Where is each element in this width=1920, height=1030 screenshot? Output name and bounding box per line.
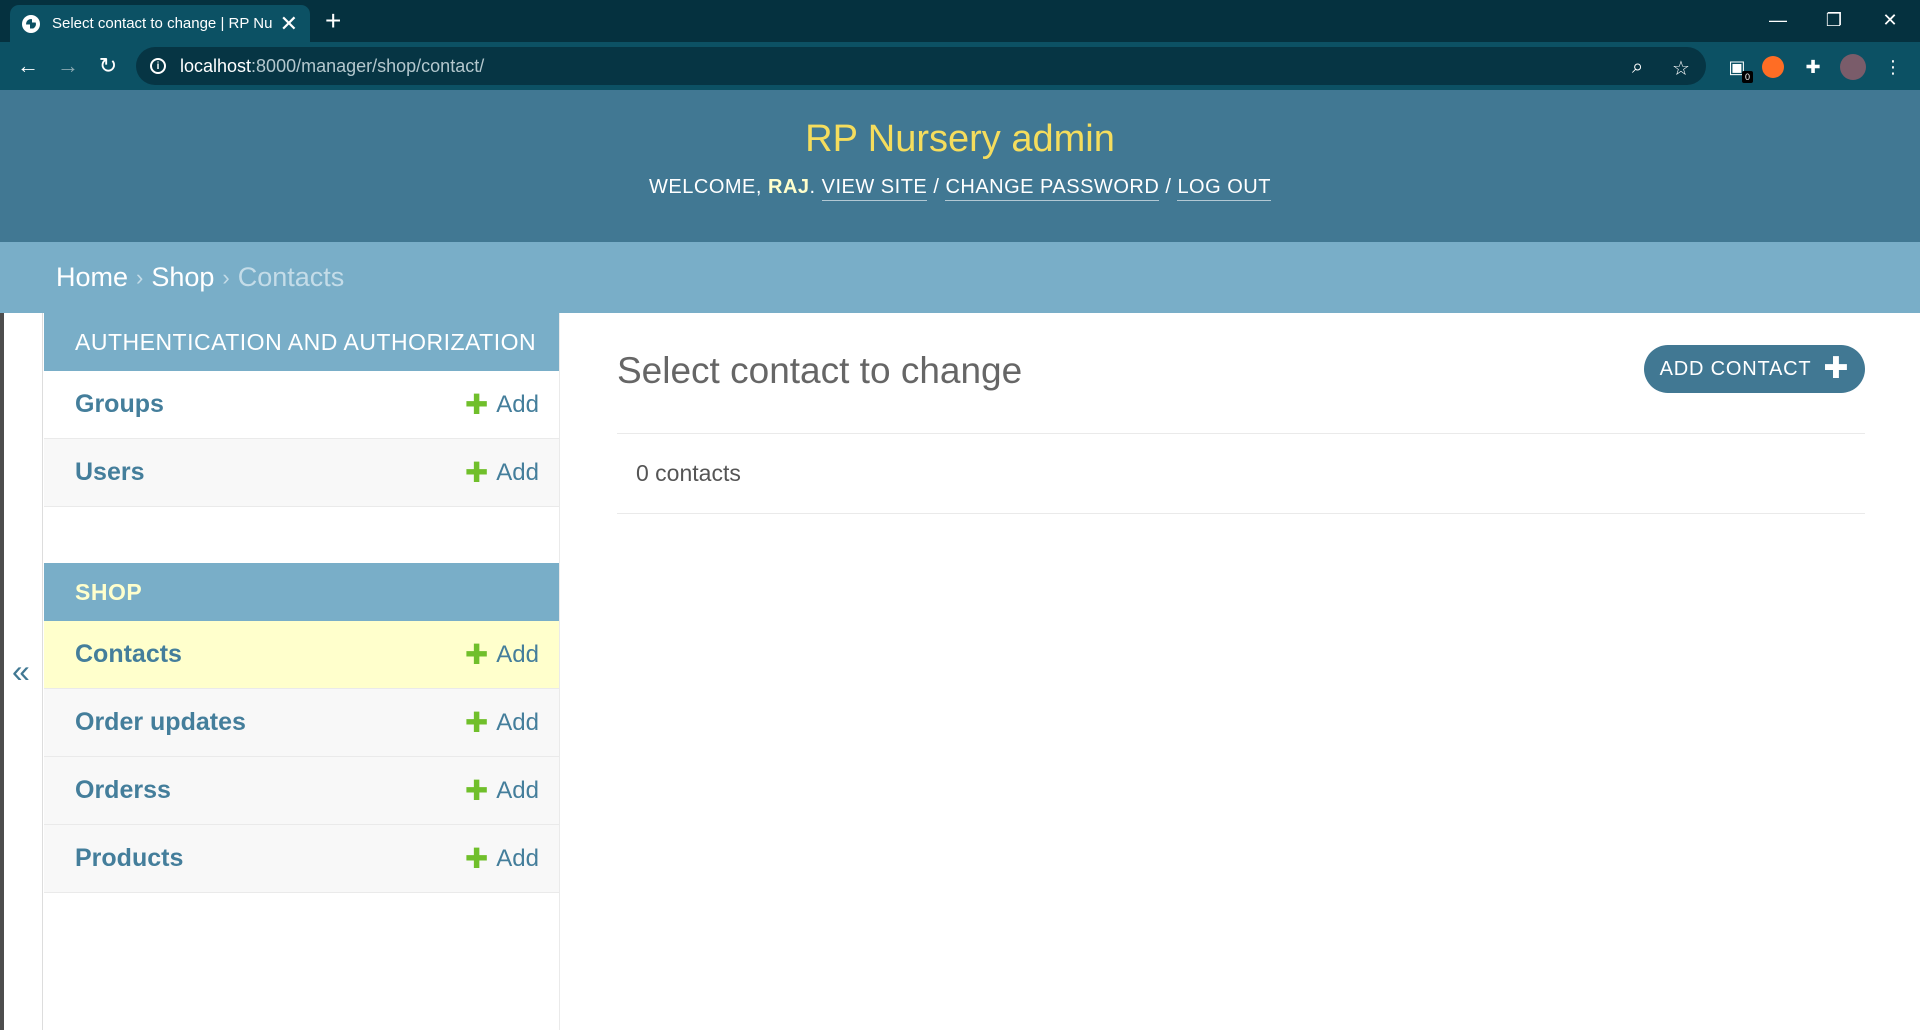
info-icon[interactable]: i bbox=[150, 58, 166, 74]
url-text: localhost:8000/manager/shop/contact/ bbox=[180, 55, 485, 76]
model-link-contacts[interactable]: Contacts bbox=[75, 640, 182, 669]
extension-badge: 0 bbox=[1741, 71, 1753, 83]
user-tools: Welcome, Raj. View site / Change passwor… bbox=[0, 176, 1920, 201]
add-groups-link[interactable]: ✚ Add bbox=[464, 388, 539, 420]
sidebar-item-users: Users ✚ Add bbox=[44, 439, 559, 507]
tab-title: Select contact to change | RP Nu bbox=[52, 15, 272, 32]
add-orderss-link[interactable]: ✚ Add bbox=[464, 774, 539, 806]
change-password-link[interactable]: Change password bbox=[945, 176, 1160, 201]
back-button[interactable]: ← bbox=[8, 46, 48, 86]
log-out-link[interactable]: Log out bbox=[1177, 176, 1271, 201]
model-link-products[interactable]: Products bbox=[75, 844, 183, 873]
browser-tab[interactable]: Select contact to change | RP Nu ✕ bbox=[10, 5, 310, 42]
sidebar-item-products: Products ✚ Add bbox=[44, 825, 559, 893]
breadcrumb-current: Contacts bbox=[237, 262, 345, 292]
orange-extension-icon[interactable] bbox=[1762, 56, 1784, 78]
result-list: 0 contacts bbox=[617, 433, 1865, 514]
sidebar-item-orderss: Orderss ✚ Add bbox=[44, 757, 559, 825]
reload-button[interactable]: ↻ bbox=[88, 46, 128, 86]
sidebar-item-groups: Groups ✚ Add bbox=[44, 371, 559, 439]
main-content: Select contact to change Add contact ✚ 0… bbox=[617, 313, 1865, 1030]
plus-icon: ✚ bbox=[464, 638, 489, 670]
plus-icon: ✚ bbox=[464, 388, 489, 420]
add-order-updates-link[interactable]: ✚ Add bbox=[464, 706, 539, 738]
model-link-orderss[interactable]: Orderss bbox=[75, 776, 171, 805]
puzzle-extensions-icon[interactable]: ✚ bbox=[1802, 56, 1824, 78]
model-link-groups[interactable]: Groups bbox=[75, 390, 164, 419]
close-window-button[interactable]: ✕ bbox=[1862, 0, 1918, 40]
extension-icon[interactable]: ▣ 0 bbox=[1726, 56, 1753, 83]
plus-icon: ✚ bbox=[464, 842, 489, 874]
sidebar-item-order-updates: Order updates ✚ Add bbox=[44, 689, 559, 757]
module-auth: Authentication and Authorization Groups … bbox=[44, 313, 559, 507]
plus-icon: ✚ bbox=[1823, 352, 1850, 385]
add-contact-button[interactable]: Add contact ✚ bbox=[1644, 345, 1865, 393]
admin-header: RP Nursery admin Welcome, Raj. View site… bbox=[0, 90, 1920, 242]
reload-icon: ↻ bbox=[98, 53, 118, 78]
module-caption[interactable]: Authentication and Authorization bbox=[44, 313, 559, 371]
site-name[interactable]: RP Nursery admin bbox=[0, 90, 1920, 176]
add-products-link[interactable]: ✚ Add bbox=[464, 842, 539, 874]
page-title: Select contact to change bbox=[617, 350, 1023, 391]
address-bar[interactable]: i localhost:8000/manager/shop/contact/ ⌕… bbox=[136, 47, 1706, 85]
breadcrumb-shop[interactable]: Shop bbox=[151, 262, 214, 293]
plus-icon: ✚ bbox=[464, 456, 489, 488]
globe-icon bbox=[22, 14, 40, 33]
breadcrumb: Home › Shop › Contacts bbox=[0, 242, 1920, 313]
module-shop: Shop Contacts ✚ Add Order updates ✚ Add Or… bbox=[44, 563, 559, 893]
module-caption[interactable]: Shop bbox=[44, 563, 559, 621]
minimize-button[interactable]: — bbox=[1750, 0, 1806, 40]
breadcrumb-home[interactable]: Home bbox=[56, 262, 128, 293]
username: Raj bbox=[768, 176, 810, 198]
forward-button[interactable]: → bbox=[48, 46, 88, 86]
nav-sidebar: Authentication and Authorization Groups … bbox=[44, 313, 560, 1030]
new-tab-button[interactable]: + bbox=[325, 6, 341, 36]
view-site-link[interactable]: View site bbox=[821, 176, 928, 201]
add-contacts-link[interactable]: ✚ Add bbox=[464, 638, 539, 670]
result-count: 0 contacts bbox=[636, 460, 741, 486]
plus-icon: ✚ bbox=[464, 774, 489, 806]
sidebar-item-contacts: Contacts ✚ Add bbox=[44, 621, 559, 689]
menu-kebab-icon[interactable]: ⋮ bbox=[1882, 56, 1904, 78]
profile-avatar[interactable] bbox=[1840, 54, 1866, 80]
nav-sidebar-toggle[interactable]: « bbox=[0, 313, 43, 1030]
zoom-icon[interactable]: ⌕ bbox=[1632, 56, 1643, 79]
plus-icon: ✚ bbox=[464, 706, 489, 738]
arrow-right-icon: → bbox=[57, 53, 79, 78]
model-link-users[interactable]: Users bbox=[75, 458, 145, 487]
browser-toolbar: ← → ↻ i localhost:8000/manager/shop/cont… bbox=[0, 42, 1920, 90]
double-chevron-left-icon: « bbox=[12, 653, 30, 689]
bookmark-star-icon[interactable]: ☆ bbox=[1672, 56, 1690, 81]
add-users-link[interactable]: ✚ Add bbox=[464, 456, 539, 488]
arrow-left-icon: ← bbox=[17, 53, 39, 78]
restore-button[interactable]: ❐ bbox=[1806, 0, 1862, 40]
tab-close-icon[interactable]: ✕ bbox=[280, 12, 298, 35]
browser-tab-bar: Select contact to change | RP Nu ✕ + — ❐… bbox=[0, 0, 1920, 42]
model-link-order-updates[interactable]: Order updates bbox=[75, 708, 246, 737]
